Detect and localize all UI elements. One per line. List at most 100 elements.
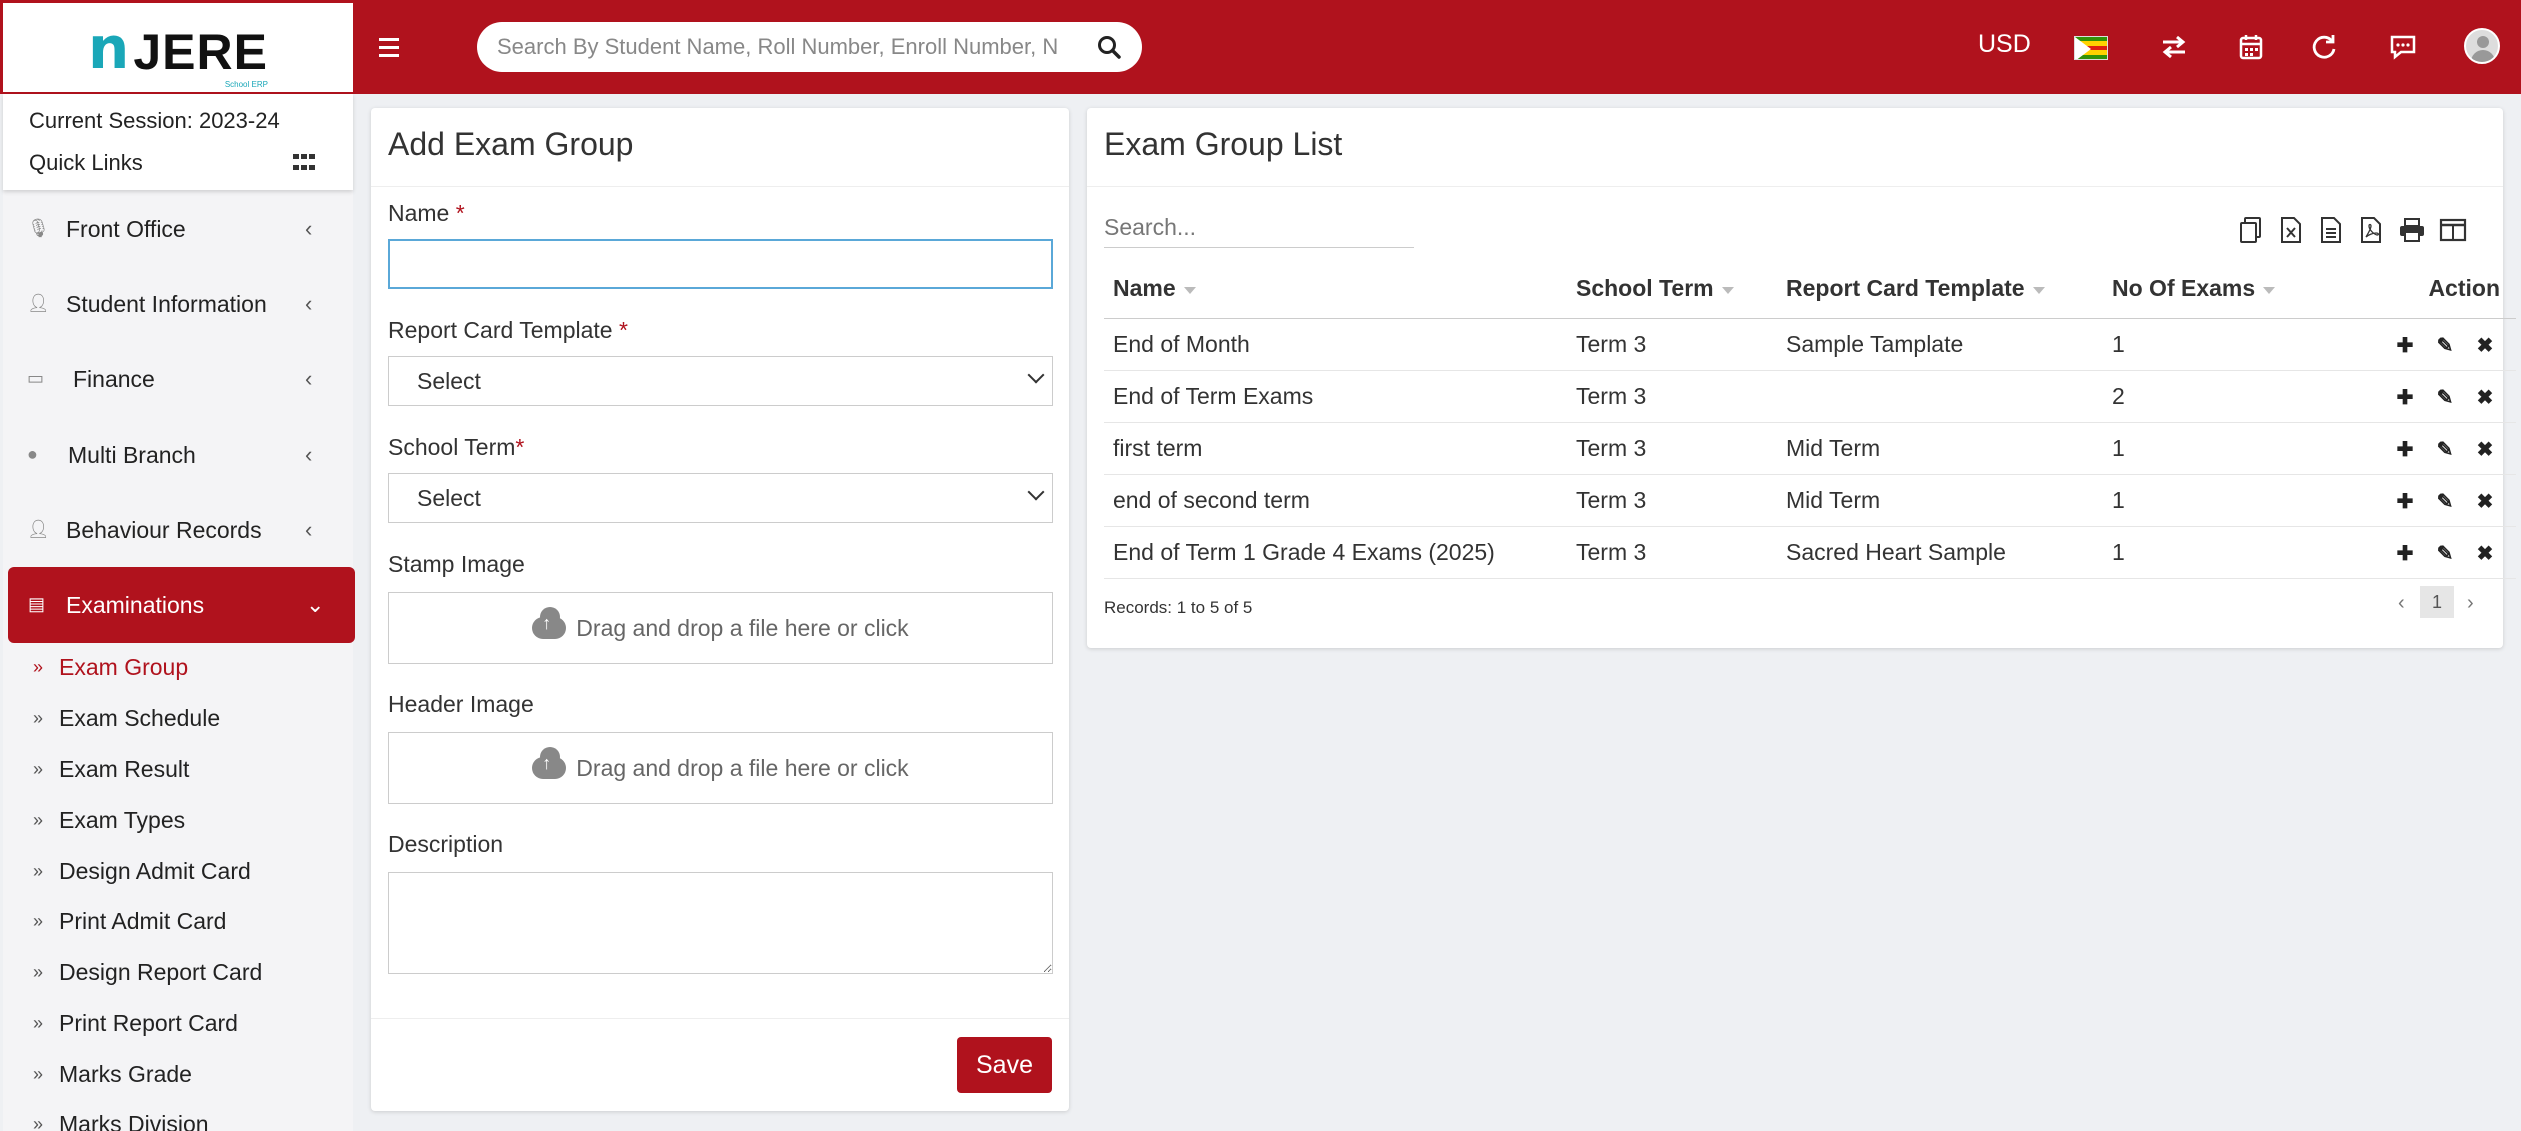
sidebar-subitem-print-report-card[interactable]: » Print Report Card [33, 1003, 238, 1043]
sidebar-item-multi-branch[interactable]: ● Multi Branch ‹ [3, 423, 353, 487]
cell-template [1777, 370, 2103, 423]
sidebar-subitem-marks-division[interactable]: » Marks Division [33, 1104, 209, 1131]
dropzone-text: Drag and drop a file here or click [576, 614, 909, 641]
delete-icon[interactable]: ✖ [2474, 491, 2496, 513]
cloud-upload-icon [532, 607, 567, 639]
sidebar-subitem-marks-grade[interactable]: » Marks Grade [33, 1054, 192, 1094]
add-icon[interactable]: ✚ [2394, 335, 2416, 357]
divider [1087, 186, 2503, 187]
chevron-right-icon[interactable]: › [2467, 592, 2474, 615]
sidebar-subitem-exam-result[interactable]: » Exam Result [33, 749, 189, 789]
global-search-input[interactable] [497, 34, 1096, 60]
table-row: End of Term 1 Grade 4 Exams (2025) Term … [1104, 526, 2516, 579]
delete-icon[interactable]: ✖ [2474, 439, 2496, 461]
chevron-left-icon: ‹ [305, 216, 313, 241]
cell-name: End of Term 1 Grade 4 Exams (2025) [1104, 526, 1567, 579]
add-icon[interactable]: ✚ [2394, 387, 2416, 409]
switch-arrows-icon[interactable] [2157, 30, 2191, 64]
copy-icon[interactable] [2237, 216, 2265, 244]
menu-icon[interactable] [372, 30, 406, 64]
logo-text: JERE [133, 23, 268, 80]
sidebar-subitem-exam-types[interactable]: » Exam Types [33, 800, 185, 840]
stamp-image-dropzone[interactable]: Drag and drop a file here or click [388, 592, 1053, 664]
cell-term: Term 3 [1567, 422, 1777, 475]
name-field[interactable] [388, 239, 1053, 289]
columns-icon[interactable] [2439, 216, 2467, 244]
chevron-down-icon [1027, 483, 1045, 501]
edit-icon[interactable]: ✎ [2434, 491, 2456, 513]
chevron-left-icon[interactable]: ‹ [2398, 592, 2405, 615]
quick-links[interactable]: Quick Links [29, 150, 143, 176]
double-chevron-icon: » [33, 809, 44, 830]
edit-icon[interactable]: ✎ [2434, 335, 2456, 357]
avatar-icon[interactable] [2464, 28, 2500, 64]
page-number-button[interactable]: 1 [2420, 586, 2454, 618]
current-session: Current Session: 2023-24 [29, 108, 280, 133]
sidebar-item-finance[interactable]: ▭ Finance ‹ [3, 347, 353, 411]
double-chevron-icon: » [33, 961, 44, 982]
column-header-name[interactable]: Name [1104, 260, 1567, 319]
refresh-icon[interactable] [2307, 30, 2341, 64]
sidebar-subitem-print-admit-card[interactable]: » Print Admit Card [33, 901, 226, 941]
delete-icon[interactable]: ✖ [2474, 387, 2496, 409]
sidebar-item-student-information[interactable]: 👤︎ Student Information ‹ [3, 272, 353, 336]
logo[interactable]: n JERE School ERP [3, 3, 353, 92]
sidebar-subitem-design-report-card[interactable]: » Design Report Card [33, 952, 262, 992]
sidebar-subitem-exam-schedule[interactable]: » Exam Schedule [33, 698, 220, 738]
edit-icon[interactable]: ✎ [2434, 387, 2456, 409]
save-button[interactable]: Save [957, 1037, 1052, 1093]
pdf-icon[interactable] [2357, 216, 2385, 244]
calendar-icon[interactable] [2234, 30, 2268, 64]
required-mark: * [618, 317, 628, 343]
chat-icon[interactable] [2386, 30, 2420, 64]
chevron-left-icon: ‹ [305, 517, 313, 542]
print-icon[interactable] [2398, 216, 2426, 244]
panel-title: Add Exam Group [388, 126, 634, 162]
delete-icon[interactable]: ✖ [2474, 543, 2496, 565]
exam-group-table: Name School Term Report Card Template No… [1104, 260, 2516, 579]
chevron-left-icon: ‹ [305, 366, 313, 391]
description-field[interactable] [388, 872, 1053, 974]
sort-icon [1183, 286, 1196, 294]
divider [371, 186, 1069, 187]
column-header-report-card-template[interactable]: Report Card Template [1777, 260, 2103, 319]
delete-icon[interactable]: ✖ [2474, 335, 2496, 357]
csv-icon[interactable] [2317, 216, 2345, 244]
report-card-template-select[interactable]: Select [388, 356, 1053, 406]
column-header-no-of-exams[interactable]: No Of Exams [2103, 260, 2303, 319]
sidebar-item-behaviour-records[interactable]: 👤︎ Behaviour Records ‹ [3, 498, 353, 562]
header-image-dropzone[interactable]: Drag and drop a file here or click [388, 732, 1053, 804]
school-term-select[interactable]: Select [388, 473, 1053, 523]
add-icon[interactable]: ✚ [2394, 543, 2416, 565]
description-label: Description [388, 831, 504, 857]
sidebar-subitem-exam-group[interactable]: » Exam Group [33, 647, 188, 687]
column-header-school-term[interactable]: School Term [1567, 260, 1777, 319]
dropzone-text: Drag and drop a file here or click [576, 754, 909, 781]
sidebar-item-examinations[interactable]: ▤ Examinations ⌄ [8, 567, 355, 643]
search-icon[interactable] [1096, 34, 1122, 60]
cell-exams: 1 [2103, 526, 2303, 579]
grid-icon[interactable] [293, 154, 317, 174]
sidebar-item-front-office[interactable]: 🎙︎ Front Office ‹ [3, 197, 353, 261]
exam-icon: ▤ [28, 594, 46, 614]
excel-icon[interactable] [2277, 216, 2305, 244]
add-icon[interactable]: ✚ [2394, 491, 2416, 513]
subitem-label: Marks Grade [59, 1060, 192, 1087]
sidebar-item-label: Front Office [66, 215, 186, 242]
microphone-icon: 🎙︎ [27, 218, 50, 238]
add-icon[interactable]: ✚ [2394, 439, 2416, 461]
subitem-label: Print Report Card [59, 1009, 238, 1036]
cell-exams: 1 [2103, 422, 2303, 475]
flag-icon[interactable] [2074, 36, 2108, 60]
edit-icon[interactable]: ✎ [2434, 439, 2456, 461]
edit-icon[interactable]: ✎ [2434, 543, 2456, 565]
cell-action: ✚ ✎ ✖ [2303, 318, 2516, 371]
header-image-label: Header Image [388, 691, 534, 717]
table-search-input[interactable] [1104, 208, 1414, 248]
cell-template: Sample Tamplate [1777, 318, 2103, 371]
currency-selector[interactable]: USD [1978, 30, 2031, 59]
sidebar-subitem-design-admit-card[interactable]: » Design Admit Card [33, 851, 251, 891]
cell-action: ✚ ✎ ✖ [2303, 370, 2516, 423]
header-label: School Term [1576, 275, 1714, 302]
double-chevron-icon: » [33, 910, 44, 931]
